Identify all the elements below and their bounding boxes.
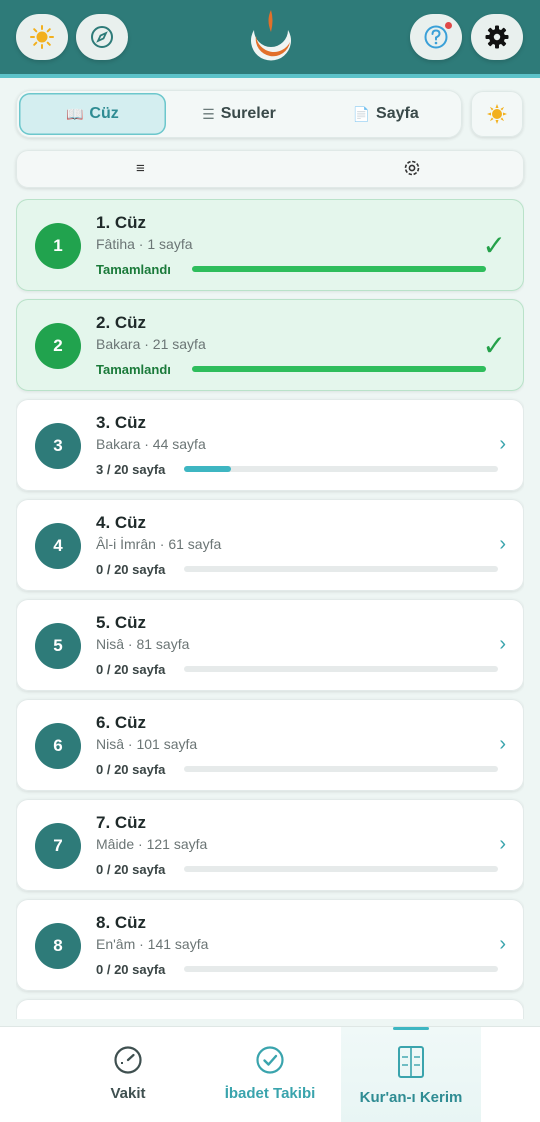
tab-label: Cüz — [89, 105, 119, 122]
juz-list: 1 1. Cüz Fâtiha · 1 sayfa Tamamlandı ✓ 2 2. C… — [16, 199, 524, 1019]
nav-label: Vakit — [110, 1085, 146, 1102]
juz-title: 7. Cüz — [96, 813, 147, 832]
tab-sayfa[interactable]: 📄 Sayfa — [312, 93, 459, 135]
gear-icon — [485, 25, 509, 49]
juz-title: 1. Cüz — [96, 213, 147, 232]
juz-subtitle: Âl-i İmrân · 61 sayfa — [96, 536, 222, 552]
progress-fill — [192, 366, 486, 372]
progress-fill — [192, 266, 486, 272]
tab-sureler[interactable]: ☰ Sureler — [166, 93, 313, 135]
active-indicator — [393, 1027, 429, 1030]
juz-card-partial[interactable] — [16, 999, 524, 1019]
juz-status: Tamamlandı — [96, 262, 171, 277]
juz-title: 6. Cüz — [96, 713, 147, 732]
chevron-right-icon: › — [499, 633, 506, 655]
juz-card[interactable]: 3 3. Cüz Bakara · 44 sayfa 3 / 20 sayfa › — [16, 399, 524, 491]
juz-number-badge: 7 — [35, 823, 81, 869]
juz-title: 8. Cüz — [96, 913, 147, 932]
chevron-right-icon: › — [499, 833, 506, 855]
progress-track — [184, 466, 498, 472]
quran-book-icon — [398, 1046, 424, 1078]
juz-status: 3 / 20 sayfa — [96, 462, 166, 477]
notification-dot — [445, 22, 452, 29]
nav-vakit[interactable]: Vakit — [58, 1027, 198, 1122]
juz-title: 2. Cüz — [96, 313, 147, 332]
sun-icon — [487, 104, 507, 124]
juz-status: 0 / 20 sayfa — [96, 862, 166, 877]
juz-number-badge: 2 — [35, 323, 81, 369]
tab-cuz[interactable]: 📖 Cüz — [19, 93, 166, 135]
tab-label: Sayfa — [376, 105, 419, 122]
chevron-right-icon: › — [499, 733, 506, 755]
juz-subtitle: Mâide · 121 sayfa — [96, 836, 208, 852]
juz-card[interactable]: 1 1. Cüz Fâtiha · 1 sayfa Tamamlandı ✓ — [16, 199, 524, 291]
clock-icon — [114, 1046, 142, 1074]
qibla-compass-button[interactable] — [76, 14, 128, 60]
juz-card[interactable]: 6 6. Cüz Nisâ · 101 sayfa 0 / 20 sayfa › — [16, 699, 524, 791]
juz-status: 0 / 20 sayfa — [96, 962, 166, 977]
help-button[interactable] — [410, 14, 462, 60]
juz-title: 5. Cüz — [96, 613, 147, 632]
progress-track — [184, 966, 498, 972]
chevron-right-icon: › — [499, 533, 506, 555]
reading-mode-button[interactable] — [471, 91, 523, 137]
juz-subtitle: Bakara · 44 sayfa — [96, 436, 206, 452]
juz-subtitle: Fâtiha · 1 sayfa — [96, 236, 193, 252]
juz-card[interactable]: 8 8. Cüz En'âm · 141 sayfa 0 / 20 sayfa › — [16, 899, 524, 991]
check-circle-icon — [256, 1046, 284, 1074]
compass-icon — [91, 26, 113, 48]
chevron-right-icon: › — [499, 433, 506, 455]
list-icon: ☰ — [202, 105, 215, 122]
app-logo — [251, 10, 291, 61]
nav-ibadet-takibi[interactable]: İbadet Takibi — [200, 1027, 340, 1122]
juz-number-badge: 1 — [35, 223, 81, 269]
juz-number-badge: 3 — [35, 423, 81, 469]
app-header — [0, 0, 540, 78]
nav-label: İbadet Takibi — [224, 1085, 316, 1102]
juz-number-badge: 6 — [35, 723, 81, 769]
juz-title: 4. Cüz — [96, 513, 147, 532]
progress-track — [184, 566, 498, 572]
menu-icon[interactable]: ≡ — [136, 160, 145, 177]
juz-card[interactable]: 5 5. Cüz Nisâ · 81 sayfa 0 / 20 sayfa › — [16, 599, 524, 691]
juz-status: 0 / 20 sayfa — [96, 662, 166, 677]
juz-title: 3. Cüz — [96, 413, 147, 432]
bottom-navigation: Vakit İbadet Takibi Kur'an-ı Kerim — [0, 1026, 540, 1122]
settings-button[interactable] — [471, 14, 523, 60]
view-tabs: 📖 Cüz ☰ Sureler 📄 Sayfa — [16, 90, 462, 138]
progress-track — [184, 666, 498, 672]
juz-status: 0 / 20 sayfa — [96, 762, 166, 777]
page-icon: 📄 — [352, 105, 371, 122]
progress-track — [184, 766, 498, 772]
check-icon: ✓ — [482, 230, 506, 261]
juz-subtitle: Nisâ · 81 sayfa — [96, 636, 190, 652]
list-toolbar: ≡ — [16, 150, 524, 188]
progress-fill — [184, 466, 232, 472]
juz-status: Tamamlandı — [96, 362, 171, 377]
juz-card[interactable]: 2 2. Cüz Bakara · 21 sayfa Tamamlandı ✓ — [16, 299, 524, 391]
juz-subtitle: Nisâ · 101 sayfa — [96, 736, 198, 752]
sun-icon — [30, 25, 54, 49]
progress-track — [184, 866, 498, 872]
nav-label: Kur'an-ı Kerim — [359, 1089, 463, 1106]
theme-toggle-button[interactable] — [16, 14, 68, 60]
juz-number-badge: 8 — [35, 923, 81, 969]
juz-subtitle: En'âm · 141 sayfa — [96, 936, 209, 952]
juz-card[interactable]: 4 4. Cüz Âl-i İmrân · 61 sayfa 0 / 20 sayfa… — [16, 499, 524, 591]
tab-label: Sureler — [220, 105, 276, 122]
juz-number-badge: 4 — [35, 523, 81, 569]
juz-subtitle: Bakara · 21 sayfa — [96, 336, 206, 352]
juz-status: 0 / 20 sayfa — [96, 562, 166, 577]
check-icon: ✓ — [482, 330, 506, 361]
progress-track — [192, 266, 486, 272]
book-icon: 📖 — [65, 105, 84, 122]
chevron-right-icon: › — [499, 933, 506, 955]
settings-gear-icon[interactable] — [402, 158, 422, 178]
progress-track — [192, 366, 486, 372]
juz-number-badge: 5 — [35, 623, 81, 669]
juz-card[interactable]: 7 7. Cüz Mâide · 121 sayfa 0 / 20 sayfa › — [16, 799, 524, 891]
nav-kuran-i-kerim[interactable]: Kur'an-ı Kerim — [341, 1027, 481, 1122]
